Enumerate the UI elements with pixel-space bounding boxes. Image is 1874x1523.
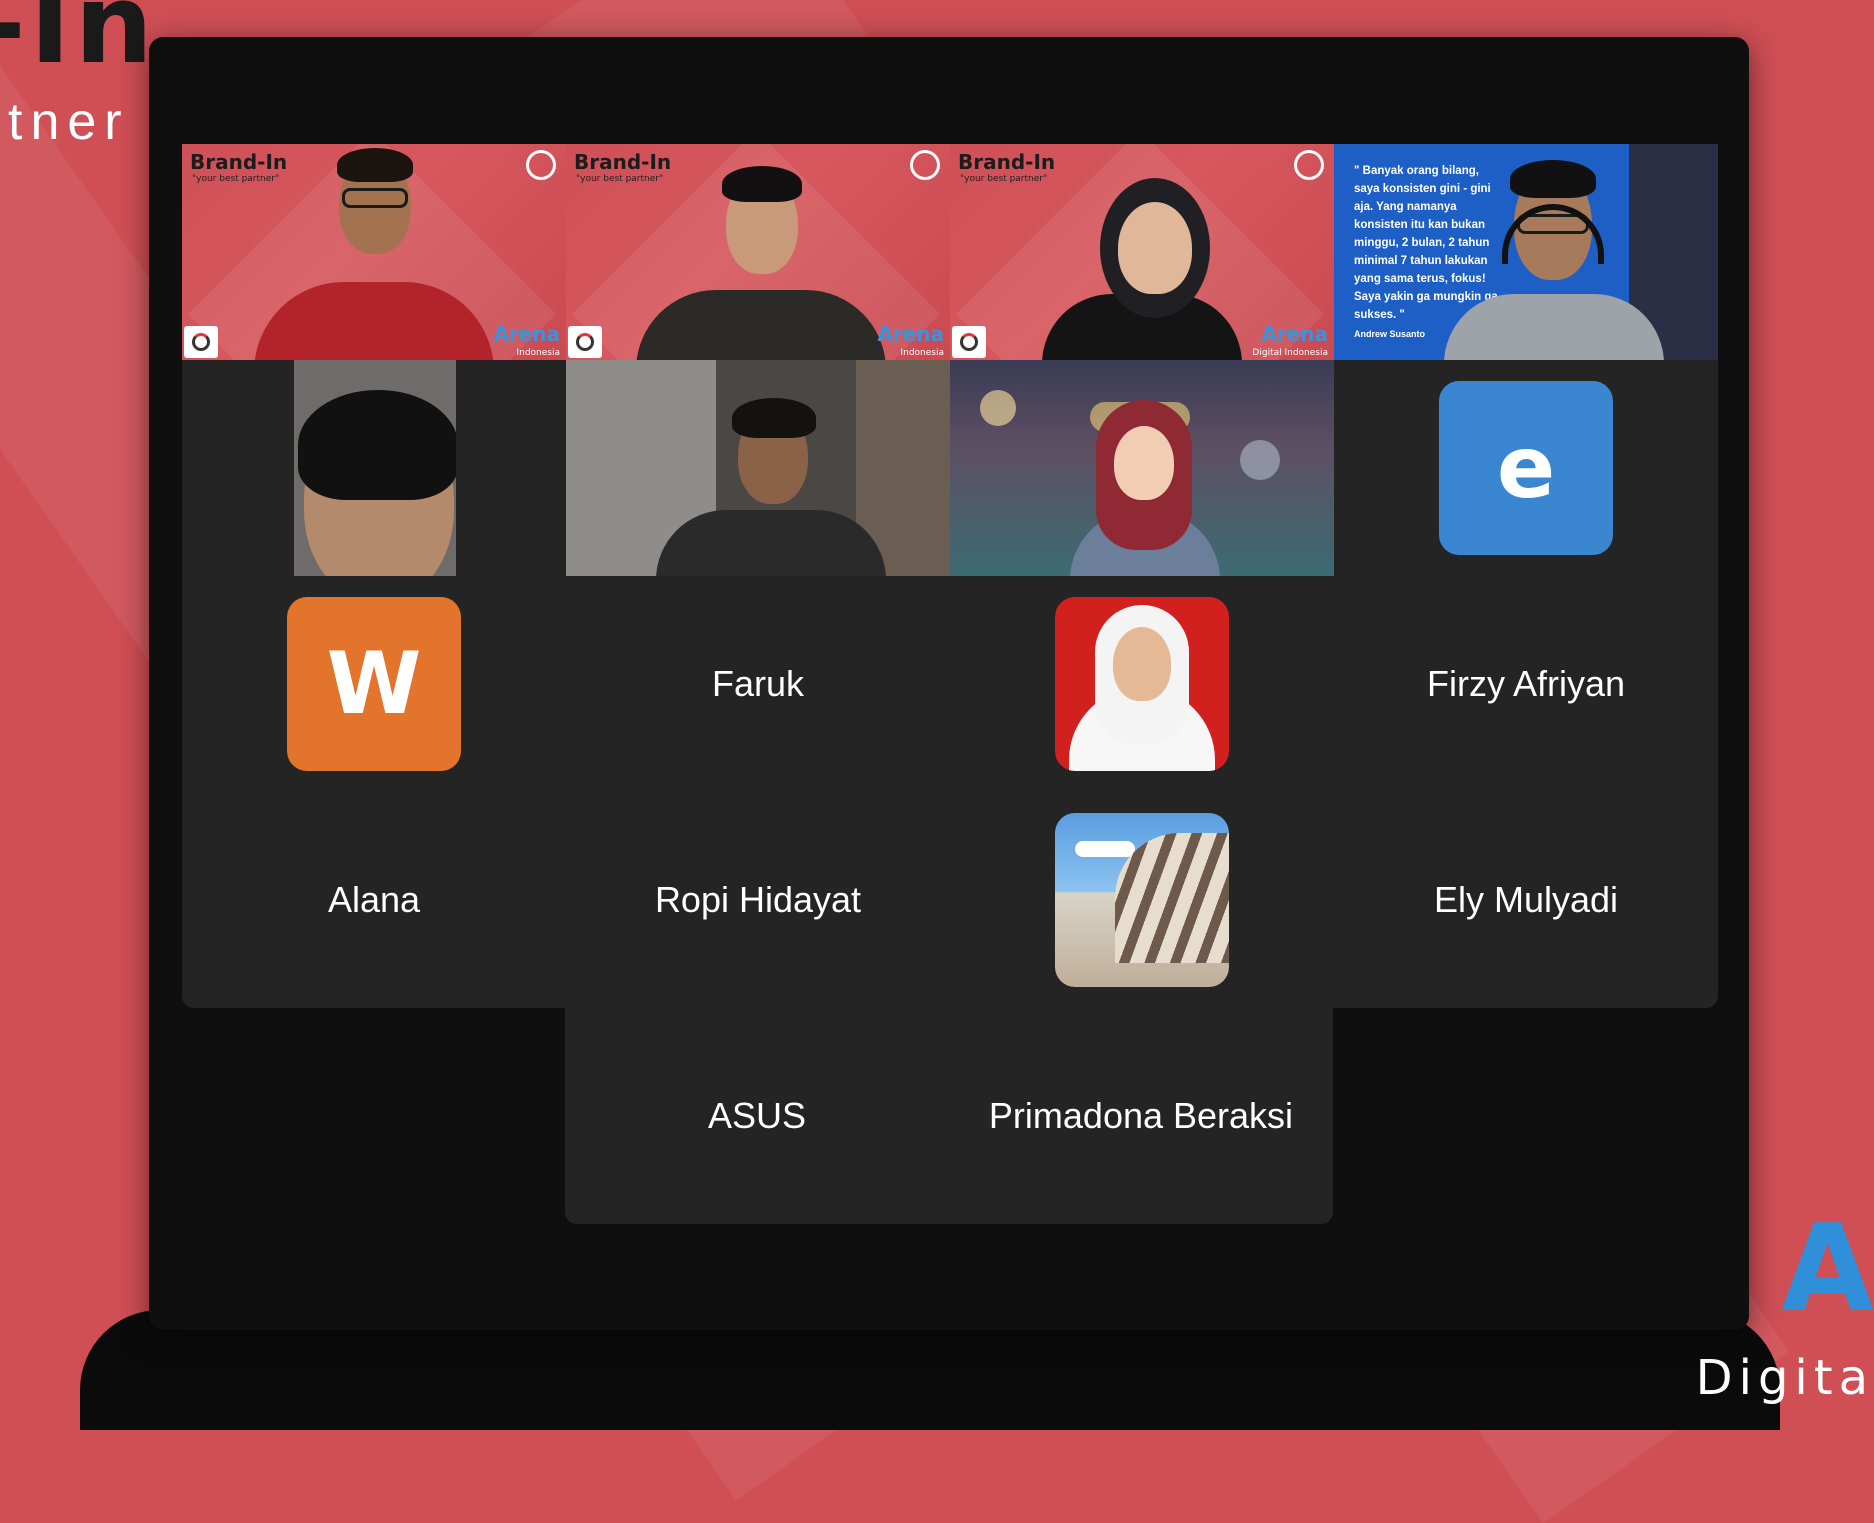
participant-tile-6[interactable]: [566, 360, 950, 576]
avatar-photo: [1055, 597, 1229, 771]
avatar-face: [1114, 426, 1174, 500]
arena-digital-logo-icon: [526, 150, 556, 180]
participant-tile-1[interactable]: Brand-In "your best partner" Arena Indon…: [182, 144, 566, 360]
arena-label: Arena: [877, 322, 944, 346]
participant-tile-9[interactable]: W: [182, 576, 566, 792]
participant-tile-15[interactable]: [950, 792, 1334, 1008]
bokeh-light: [1240, 440, 1280, 480]
participant-tile-14[interactable]: Ropi Hidayat: [566, 792, 950, 1008]
participant-tile-12[interactable]: Firzy Afriyan: [1334, 576, 1718, 792]
participant-tile-18[interactable]: Primadona Beraksi: [949, 1008, 1333, 1224]
avatar-letter-e: e: [1439, 381, 1613, 555]
brand-corner-logo-icon: [952, 326, 986, 358]
arena-label: Arena: [493, 322, 560, 346]
brand-title: Brand-In: [574, 150, 672, 174]
brand-tagline: "your best partner": [960, 174, 1048, 184]
meeting-gallery-window: Brand-In "your best partner" Arena Indon…: [149, 37, 1749, 1330]
brand-title: Brand-In: [958, 150, 1056, 174]
participant-tile-11[interactable]: [950, 576, 1334, 792]
person-hair: [1510, 160, 1596, 198]
person-hair: [337, 148, 413, 182]
participant-name: ASUS: [707, 1095, 807, 1136]
brand-tagline: "your best partner": [192, 174, 280, 184]
person-body: [1444, 294, 1664, 360]
arena-digital-logo-icon: [1294, 150, 1324, 180]
avatar-letter-w: W: [287, 597, 461, 771]
participant-name: Alana: [327, 879, 421, 920]
glasses-icon: [342, 188, 408, 208]
brand-title: Brand-In: [190, 150, 288, 174]
participant-tile-3-active-speaker[interactable]: Brand-In "your best partner" Arena Digit…: [950, 144, 1334, 360]
person-hair: [298, 390, 456, 500]
background-logo-text: -In: [0, 0, 157, 88]
avatar-landscape: [1055, 813, 1229, 987]
participant-name: Firzy Afriyan: [1426, 663, 1626, 704]
participant-tile-5[interactable]: [182, 360, 566, 576]
quote-text: " Banyak orang bilang, saya konsisten gi…: [1354, 165, 1498, 321]
arena-label: Arena: [1261, 322, 1328, 346]
arena-digital-logo-icon: [910, 150, 940, 180]
participant-tile-10[interactable]: Faruk: [566, 576, 950, 792]
participant-name: Ely Mulyadi: [1433, 879, 1619, 920]
participant-tile-13[interactable]: Alana: [182, 792, 566, 1008]
person-face: [1113, 627, 1171, 701]
bokeh-light: [980, 390, 1016, 426]
wave-rock: [1115, 833, 1229, 963]
brand-corner-logo-icon: [568, 326, 602, 358]
participant-tile-7[interactable]: [950, 360, 1334, 576]
brand-corner-logo-icon: [184, 326, 218, 358]
participant-tile-16[interactable]: Ely Mulyadi: [1334, 792, 1718, 1008]
quote-author: Andrew Susanto: [1354, 329, 1426, 339]
background-subtitle-text: tner: [8, 93, 130, 151]
participant-name: Faruk: [711, 663, 805, 704]
person-head: [1118, 202, 1192, 294]
participant-video: [294, 360, 456, 576]
cloud-icon: [1075, 841, 1135, 857]
participant-tile-4[interactable]: " Banyak orang bilang, saya konsisten gi…: [1334, 144, 1718, 360]
person-hair: [722, 166, 802, 202]
participant-name: Ropi Hidayat: [654, 879, 862, 920]
arena-sublabel: Digital Indonesia: [1252, 348, 1328, 358]
arena-sublabel: Indonesia: [900, 348, 944, 358]
person-hair: [732, 398, 816, 438]
person-body: [656, 510, 886, 576]
arena-sublabel: Indonesia: [516, 348, 560, 358]
participant-tile-8[interactable]: e: [1334, 360, 1718, 576]
brand-tagline: "your best partner": [576, 174, 664, 184]
participant-name: Primadona Beraksi: [988, 1095, 1294, 1136]
participant-tile-2[interactable]: Brand-In "your best partner" Arena Indon…: [566, 144, 950, 360]
participant-tile-17[interactable]: ASUS: [565, 1008, 949, 1224]
background-brand-text: A: [1781, 1200, 1874, 1339]
